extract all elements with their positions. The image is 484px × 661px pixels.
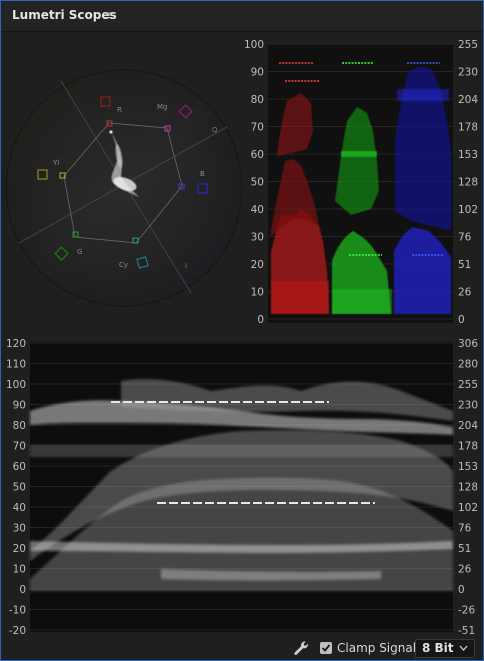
target-label-mg: Mg bbox=[157, 103, 167, 111]
scopes-area: R Mg B Cy G Yl Q I 100 90 80 70 60 50 40… bbox=[1, 31, 483, 637]
parade-left-tick: 40 bbox=[251, 204, 264, 216]
waveform-right-tick: 153 bbox=[458, 461, 478, 473]
parade-right-tick: 102 bbox=[458, 204, 478, 216]
waveform-left-tick: 110 bbox=[6, 359, 26, 371]
waveform-left-tick: -20 bbox=[9, 625, 26, 635]
bit-depth-select[interactable]: 8 Bit bbox=[415, 639, 475, 658]
parade-left-tick: 60 bbox=[251, 149, 264, 161]
axis-label-i: I bbox=[185, 262, 187, 270]
waveform-left-tick: 120 bbox=[6, 338, 26, 350]
target-label-yl: Yl bbox=[52, 159, 59, 167]
target-label-r: R bbox=[117, 106, 122, 114]
rgb-parade: 1009080706050403020100 25523020417815312… bbox=[244, 39, 478, 326]
parade-right-ticks: 255 230 204 178 153 128 102 76 51 26 0 bbox=[458, 39, 478, 326]
clamp-signal-checkbox[interactable] bbox=[320, 642, 332, 654]
waveform-right-tick: 102 bbox=[458, 502, 478, 514]
parade-right-tick: 230 bbox=[458, 67, 478, 79]
waveform-left-tick: 70 bbox=[13, 441, 26, 453]
waveform-left-tick: 50 bbox=[13, 482, 26, 494]
parade-right-tick: 153 bbox=[458, 149, 478, 161]
waveform-right-tick: 255 bbox=[458, 379, 478, 391]
wrench-icon[interactable] bbox=[293, 640, 309, 656]
parade-right-tick: 178 bbox=[458, 122, 478, 134]
parade-right-tick: 255 bbox=[458, 39, 478, 51]
waveform-left-ticks: 1201101009080706050403020100-10-20 bbox=[6, 338, 26, 637]
scopes-footer: Clamp Signal 8 Bit bbox=[1, 636, 483, 660]
waveform-right-tick: 26 bbox=[458, 564, 472, 576]
scopes-svg: R Mg B Cy G Yl Q I 100908070605040302010… bbox=[5, 39, 478, 637]
target-label-g: G bbox=[77, 248, 82, 256]
bit-depth-value: 8 Bit bbox=[422, 641, 454, 655]
waveform-left-tick: 100 bbox=[6, 379, 26, 391]
parade-right-tick: 76 bbox=[458, 232, 472, 244]
parade-left-ticks: 1009080706050403020100 bbox=[244, 39, 264, 326]
parade-left-tick: 70 bbox=[251, 122, 264, 134]
parade-right-tick: 204 bbox=[458, 94, 478, 106]
target-label-cy: Cy bbox=[119, 261, 128, 269]
parade-left-tick: 30 bbox=[251, 232, 264, 244]
luma-waveform: 1201101009080706050403020100-10-20 30628… bbox=[6, 338, 478, 637]
panel-header: Lumetri Scopes ≡ bbox=[1, 1, 483, 32]
waveform-left-tick: 10 bbox=[13, 564, 26, 576]
parade-left-tick: 50 bbox=[251, 177, 264, 189]
waveform-left-tick: 20 bbox=[13, 543, 26, 555]
clamp-signal-label[interactable]: Clamp Signal bbox=[337, 641, 416, 655]
waveform-right-tick: 128 bbox=[458, 482, 478, 494]
waveform-right-tick: -26 bbox=[458, 605, 475, 617]
panel-title: Lumetri Scopes bbox=[12, 8, 117, 22]
parade-right-tick: 26 bbox=[458, 287, 472, 299]
waveform-right-ticks: 306 280 255 230 204 178 153 128 102 76 51 26 0 -26 -51 bbox=[458, 338, 478, 637]
parade-right-tick: 128 bbox=[458, 177, 478, 189]
waveform-right-tick: 280 bbox=[458, 359, 478, 371]
parade-left-tick: 10 bbox=[251, 287, 264, 299]
target-label-b: B bbox=[200, 170, 205, 178]
parade-left-tick: 80 bbox=[251, 94, 264, 106]
waveform-right-tick: 306 bbox=[458, 338, 478, 350]
lumetri-scopes-panel: Lumetri Scopes ≡ R Mg B Cy G Yl Q I 100 … bbox=[0, 0, 484, 661]
axis-label-q: Q bbox=[212, 126, 218, 134]
parade-right-tick: 0 bbox=[458, 314, 465, 326]
check-icon bbox=[321, 644, 331, 652]
parade-left-tick: 90 bbox=[251, 67, 264, 79]
waveform-left-tick: 90 bbox=[13, 400, 26, 412]
waveform-left-tick: 40 bbox=[13, 502, 26, 514]
waveform-right-tick: 204 bbox=[458, 420, 478, 432]
panel-menu-icon[interactable]: ≡ bbox=[103, 8, 113, 22]
waveform-right-tick: 178 bbox=[458, 441, 478, 453]
waveform-left-tick: -10 bbox=[9, 605, 26, 617]
waveform-right-tick: 230 bbox=[458, 400, 478, 412]
waveform-right-tick: 51 bbox=[458, 543, 471, 555]
waveform-left-tick: 80 bbox=[13, 420, 26, 432]
waveform-right-tick: 0 bbox=[458, 584, 465, 596]
parade-left-tick: 20 bbox=[251, 259, 264, 271]
parade-left-tick: 0 bbox=[257, 314, 264, 326]
waveform-left-tick: 30 bbox=[13, 523, 26, 535]
waveform-left-tick: 0 bbox=[19, 584, 26, 596]
waveform-right-tick: 76 bbox=[458, 523, 472, 535]
vectorscope: R Mg B Cy G Yl Q I bbox=[5, 69, 243, 307]
waveform-left-tick: 60 bbox=[13, 461, 26, 473]
parade-left-tick: 100 bbox=[244, 39, 264, 51]
parade-blue-channel bbox=[394, 66, 451, 314]
waveform-right-tick: -51 bbox=[458, 625, 475, 635]
parade-right-tick: 51 bbox=[458, 259, 471, 271]
chevron-down-icon bbox=[459, 645, 468, 651]
